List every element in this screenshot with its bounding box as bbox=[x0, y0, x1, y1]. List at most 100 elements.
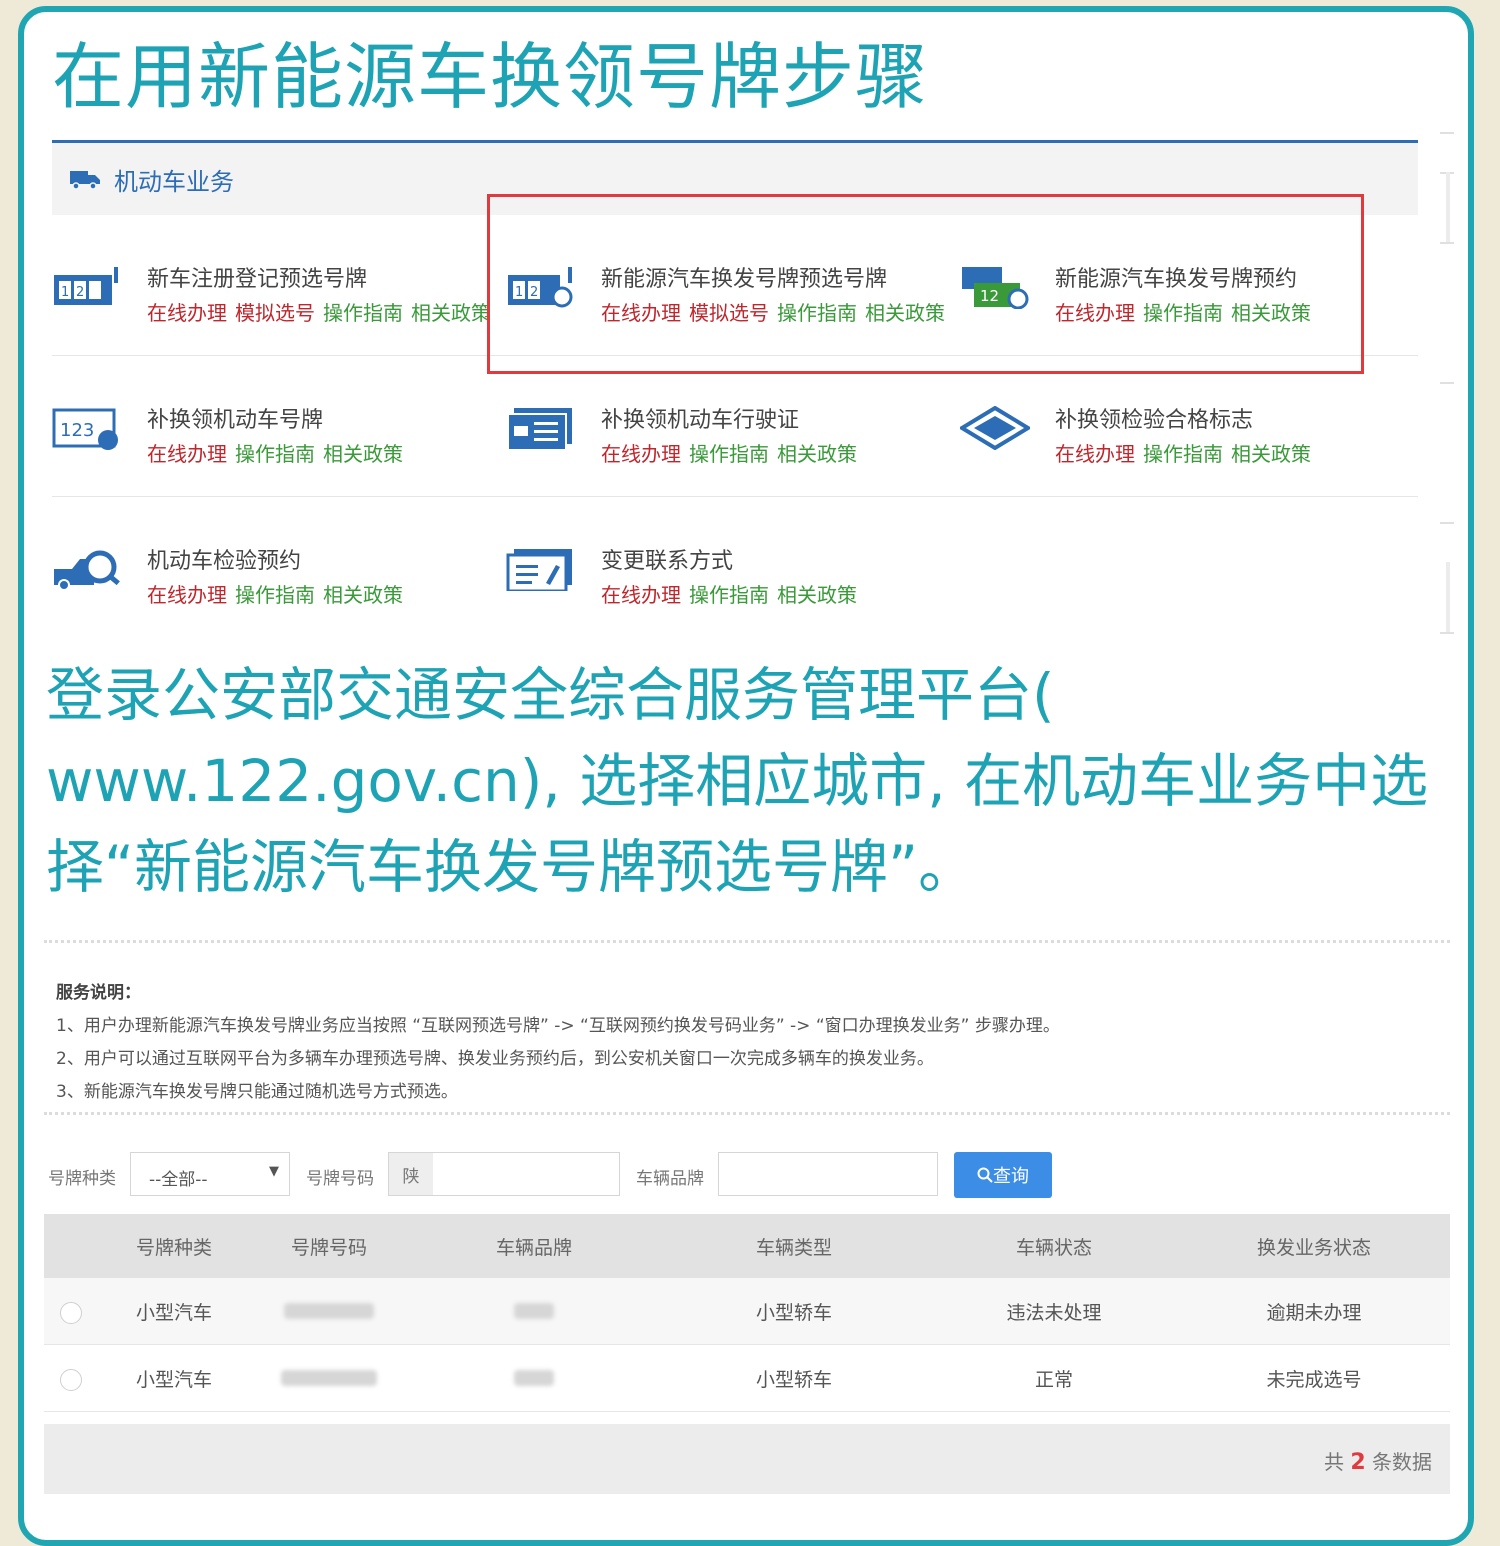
record-count: 共 2 条数据 bbox=[1323, 1450, 1432, 1475]
table-row[interactable]: 小型汽车 小型轿车 违法未处理 逾期未办理 bbox=[44, 1278, 1450, 1345]
note-item: 2、用户可以通过互联网平台为多辆车办理预选号牌、换发业务预约后，到公安机关窗口一… bbox=[56, 1049, 934, 1069]
plate-type-select[interactable]: --全部-- ▼ bbox=[130, 1152, 290, 1196]
service-row: 机动车检验预约 在线办理 操作指南 相关政策 变更联系方式 在线办理 操作指南 相关政策 bbox=[52, 497, 1418, 637]
divider bbox=[44, 1112, 1450, 1115]
link-online[interactable]: 在线办理 bbox=[601, 442, 681, 466]
cell-business-status: 逾期未办理 bbox=[1266, 1301, 1362, 1324]
search-button-label: 查询 bbox=[993, 1166, 1029, 1187]
cell-brand bbox=[484, 1345, 584, 1411]
service-replace-badge[interactable]: 补换领检验合格标志 在线办理 操作指南 相关政策 bbox=[960, 402, 1400, 472]
link-guide[interactable]: 操作指南 bbox=[1143, 442, 1223, 466]
contact-edit-icon bbox=[506, 549, 572, 591]
link-guide[interactable]: 操作指南 bbox=[235, 583, 315, 607]
col-header: 车辆品牌 bbox=[495, 1236, 572, 1259]
table-header: 号牌种类 号牌号码 车辆品牌 车辆类型 车辆状态 换发业务状态 bbox=[44, 1214, 1450, 1278]
step-caption: 登录公安部交通安全综合服务管理平台( www.122.gov.cn), 选择相应… bbox=[46, 661, 1429, 901]
col-header: 号牌种类 bbox=[135, 1236, 212, 1259]
search-form: 号牌种类 --全部-- ▼ 号牌号码 陕 车辆品牌 查询 bbox=[48, 1150, 1448, 1200]
service-links: 在线办理 操作指南 相关政策 bbox=[147, 438, 411, 467]
service-name: 补换领机动车行驶证 bbox=[601, 408, 800, 433]
svg-text:2: 2 bbox=[76, 285, 84, 300]
link-online[interactable]: 在线办理 bbox=[147, 301, 227, 325]
brand-label: 车辆品牌 bbox=[636, 1169, 704, 1189]
col-header: 换发业务状态 bbox=[1256, 1236, 1371, 1259]
service-inspection-appointment[interactable]: 机动车检验预约 在线办理 操作指南 相关政策 bbox=[52, 543, 492, 613]
service-name: 补换领检验合格标志 bbox=[1055, 408, 1254, 433]
infographic-frame: 在用新能源车换领号牌步骤 机动车业务 12 新车注册登记预选号牌 在线办理 模拟选… bbox=[18, 6, 1474, 1546]
service-links: 在线办理 操作指南 相关政策 bbox=[1055, 438, 1319, 467]
service-change-contact[interactable]: 变更联系方式 在线办理 操作指南 相关政策 bbox=[506, 543, 946, 613]
plate-type-value: --全部-- bbox=[149, 1170, 208, 1190]
row-radio[interactable] bbox=[60, 1369, 82, 1391]
link-online[interactable]: 在线办理 bbox=[147, 583, 227, 607]
plate-prefix: 陕 bbox=[389, 1153, 433, 1195]
row-radio[interactable] bbox=[60, 1302, 82, 1324]
link-simulate[interactable]: 模拟选号 bbox=[235, 301, 315, 325]
cell-brand bbox=[484, 1278, 584, 1344]
service-links: 在线办理 模拟选号 操作指南 相关政策 bbox=[147, 297, 499, 326]
service-name: 新车注册登记预选号牌 bbox=[147, 267, 368, 292]
divider bbox=[44, 940, 1450, 943]
link-online[interactable]: 在线办理 bbox=[147, 442, 227, 466]
search-icon bbox=[977, 1167, 993, 1183]
brand-input[interactable] bbox=[718, 1152, 938, 1196]
link-policy[interactable]: 相关政策 bbox=[323, 442, 403, 466]
section-title: 机动车业务 bbox=[114, 167, 234, 196]
vehicle-table: 号牌种类 号牌号码 车辆品牌 车辆类型 车辆状态 换发业务状态 小型汽车 小型轿… bbox=[44, 1214, 1450, 1412]
link-online[interactable]: 在线办理 bbox=[601, 583, 681, 607]
service-replace-license[interactable]: 补换领机动车行驶证 在线办理 操作指南 相关政策 bbox=[506, 402, 946, 472]
svg-text:1: 1 bbox=[61, 285, 69, 300]
link-policy[interactable]: 相关政策 bbox=[777, 442, 857, 466]
cell-business-status: 未完成选号 bbox=[1266, 1368, 1362, 1391]
link-policy[interactable]: 相关政策 bbox=[777, 583, 857, 607]
plate-select-icon: 12 bbox=[54, 267, 118, 305]
search-button[interactable]: 查询 bbox=[954, 1152, 1052, 1198]
link-guide[interactable]: 操作指南 bbox=[689, 442, 769, 466]
inspection-badge-icon bbox=[960, 406, 1030, 450]
cell-plate-no bbox=[279, 1345, 379, 1411]
link-policy[interactable]: 相关政策 bbox=[323, 583, 403, 607]
link-policy[interactable]: 相关政策 bbox=[1231, 442, 1311, 466]
note-item: 3、新能源汽车换发号牌只能通过随机选号方式预选。 bbox=[56, 1082, 458, 1102]
service-links: 在线办理 操作指南 相关政策 bbox=[147, 579, 411, 608]
cell-vehicle-type: 小型轿车 bbox=[755, 1368, 832, 1391]
service-new-car-plate[interactable]: 12 新车注册登记预选号牌 在线办理 模拟选号 操作指南 相关政策 bbox=[52, 261, 492, 331]
page-title: 在用新能源车换领号牌步骤 bbox=[52, 35, 929, 119]
link-online[interactable]: 在线办理 bbox=[1055, 442, 1135, 466]
link-guide[interactable]: 操作指南 bbox=[235, 442, 315, 466]
cell-vehicle-status: 正常 bbox=[1034, 1368, 1073, 1391]
link-guide[interactable]: 操作指南 bbox=[323, 301, 403, 325]
svg-text:123: 123 bbox=[60, 420, 94, 441]
scrollbar[interactable] bbox=[1440, 132, 1454, 652]
license-card-icon bbox=[507, 408, 572, 450]
cell-plate-type: 小型汽车 bbox=[135, 1368, 212, 1391]
col-header: 车辆状态 bbox=[1015, 1236, 1092, 1259]
plate-replace-icon: 123 bbox=[52, 408, 118, 450]
table-footer: 共 2 条数据 bbox=[44, 1424, 1450, 1494]
service-row: 123 补换领机动车号牌 在线办理 操作指南 相关政策 补换领机动车行驶证 在线办理… bbox=[52, 356, 1418, 497]
service-replace-plate[interactable]: 123 补换领机动车号牌 在线办理 操作指南 相关政策 bbox=[52, 402, 492, 472]
cell-vehicle-status: 违法未处理 bbox=[1006, 1301, 1102, 1324]
service-links: 在线办理 操作指南 相关政策 bbox=[601, 438, 865, 467]
chevron-down-icon: ▼ bbox=[269, 1164, 279, 1179]
cell-vehicle-type: 小型轿车 bbox=[755, 1301, 832, 1324]
plate-type-label: 号牌种类 bbox=[48, 1169, 116, 1189]
service-name: 机动车检验预约 bbox=[147, 549, 302, 574]
cell-plate-type: 小型汽车 bbox=[135, 1301, 212, 1324]
service-name: 变更联系方式 bbox=[601, 549, 734, 574]
cell-plate-no bbox=[279, 1278, 379, 1344]
service-notes: 服务说明： 1、用户办理新能源汽车换发号牌业务应当按照 “互联网预选号牌” ->… bbox=[56, 977, 1446, 1109]
note-item: 1、用户办理新能源汽车换发号牌业务应当按照 “互联网预选号牌” -> “互联网预… bbox=[56, 1016, 1060, 1036]
col-header: 车辆类型 bbox=[755, 1236, 832, 1259]
table-row[interactable]: 小型汽车 小型轿车 正常 未完成选号 bbox=[44, 1345, 1450, 1412]
plate-no-input[interactable]: 陕 bbox=[388, 1152, 620, 1196]
plate-no-label: 号牌号码 bbox=[306, 1169, 374, 1189]
col-header: 号牌号码 bbox=[290, 1236, 367, 1259]
truck-icon bbox=[70, 171, 100, 190]
link-guide[interactable]: 操作指南 bbox=[689, 583, 769, 607]
notes-heading: 服务说明： bbox=[56, 983, 141, 1003]
service-links: 在线办理 操作指南 相关政策 bbox=[601, 579, 865, 608]
vehicle-inspection-icon bbox=[54, 550, 120, 591]
highlight-box bbox=[487, 194, 1364, 374]
link-policy[interactable]: 相关政策 bbox=[411, 301, 491, 325]
